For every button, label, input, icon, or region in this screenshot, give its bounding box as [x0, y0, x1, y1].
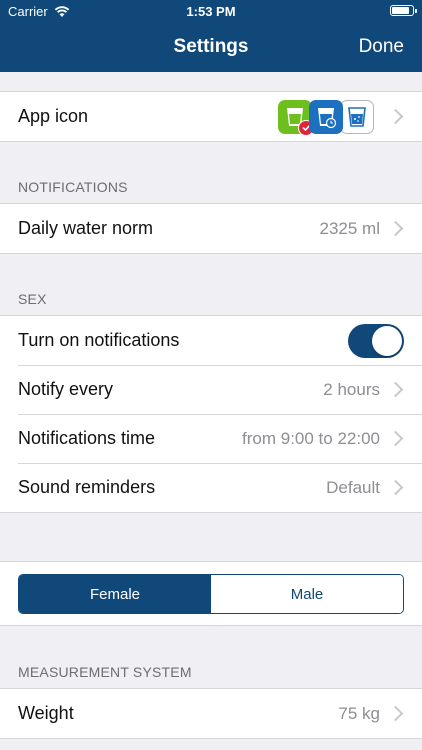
- sex-segmented-control: Female Male: [18, 574, 404, 614]
- battery-icon: [390, 5, 417, 16]
- weight-label: Weight: [18, 703, 74, 723]
- app-icon-row[interactable]: App icon: [0, 92, 422, 141]
- weight-value: 75 kg: [338, 703, 380, 723]
- turn-on-notifications-row: Turn on notifications: [0, 316, 422, 365]
- daily-water-norm-row[interactable]: Daily water norm 2325 ml: [0, 204, 422, 253]
- chevron-right-icon: [387, 381, 404, 398]
- app-icon-label: App icon: [18, 106, 89, 126]
- sound-reminders-value: Default: [326, 477, 380, 497]
- green-glass-icon[interactable]: [278, 99, 314, 136]
- chevron-right-icon: [387, 705, 404, 722]
- sex-group: Turn on notifications Notify every 2 hou…: [0, 315, 422, 513]
- turn-on-notifications-label: Turn on notifications: [18, 330, 180, 350]
- measurement-system-header: MEASUREMENT SYSTEM: [18, 664, 192, 680]
- daily-water-norm-label: Daily water norm: [18, 218, 154, 238]
- segment-female[interactable]: Female: [19, 575, 211, 613]
- white-glass-icon[interactable]: [340, 99, 374, 134]
- done-button[interactable]: Done: [359, 36, 404, 58]
- sound-reminders-row[interactable]: Sound reminders Default: [0, 463, 422, 512]
- notifications-time-value: from 9:00 to 22:00: [242, 428, 380, 448]
- notifications-time-label: Notifications time: [18, 428, 156, 448]
- measurement-group: Weight 75 kg: [0, 688, 422, 739]
- chevron-right-icon: [387, 108, 404, 125]
- chevron-right-icon: [387, 220, 404, 237]
- notify-every-value: 2 hours: [323, 379, 380, 399]
- chevron-right-icon: [387, 479, 404, 496]
- app-icon-group: App icon: [0, 91, 422, 142]
- segment-male[interactable]: Male: [211, 575, 403, 613]
- notifications-header: NOTIFICATIONS: [18, 179, 128, 195]
- app-icon-options: [278, 99, 374, 136]
- weight-row[interactable]: Weight 75 kg: [0, 689, 422, 738]
- status-time: 1:53 PM: [186, 4, 236, 19]
- blue-glass-clock-icon[interactable]: [309, 99, 343, 134]
- sex-header: SEX: [18, 291, 47, 307]
- notifications-time-row[interactable]: Notifications time from 9:00 to 22:00: [0, 414, 422, 463]
- navigation-bar: Settings Done: [0, 22, 422, 72]
- notifications-toggle[interactable]: [348, 323, 404, 358]
- status-bar: Carrier 1:53 PM: [0, 0, 422, 22]
- toggle-knob: [372, 325, 402, 356]
- daily-water-norm-value: 2325 ml: [319, 218, 380, 238]
- chevron-right-icon: [387, 430, 404, 447]
- notify-every-label: Notify every: [18, 379, 114, 399]
- sound-reminders-label: Sound reminders: [18, 477, 156, 497]
- notify-every-row[interactable]: Notify every 2 hours: [0, 365, 422, 414]
- notifications-group: Daily water norm 2325 ml: [0, 203, 422, 254]
